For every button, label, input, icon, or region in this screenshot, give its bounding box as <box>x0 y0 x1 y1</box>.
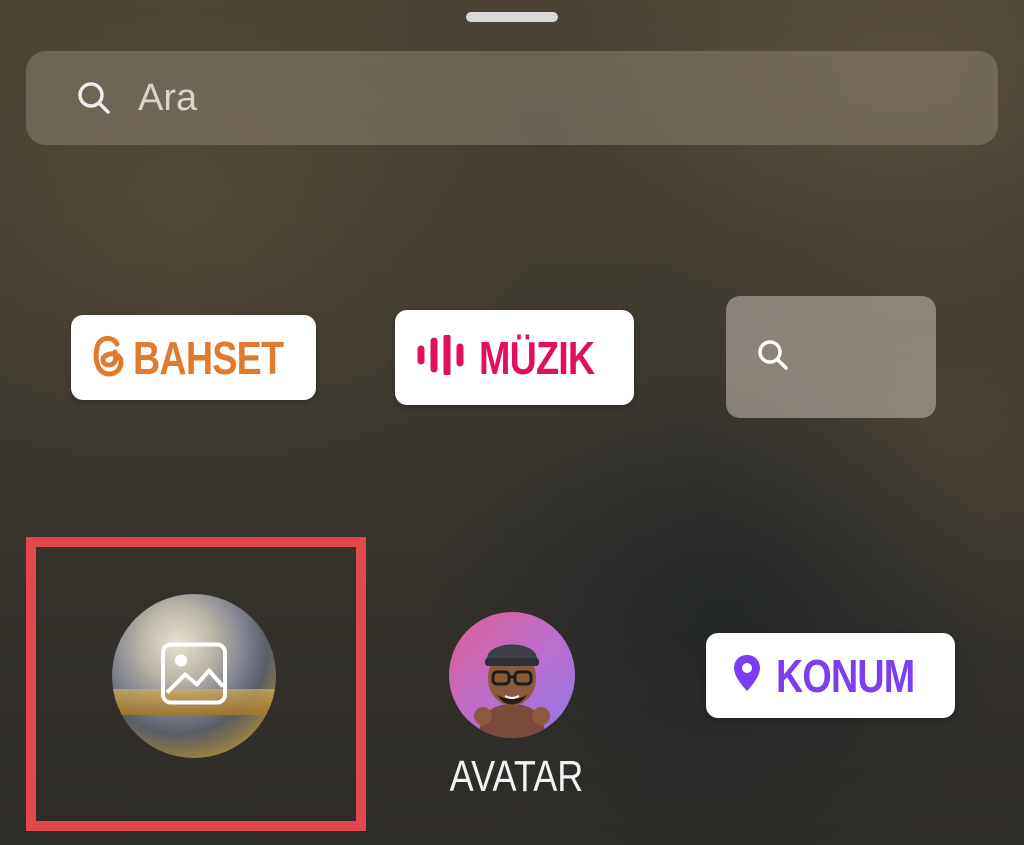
search-icon <box>76 78 116 118</box>
search-bar[interactable] <box>26 51 998 145</box>
location-sticker[interactable]: KONUM <box>706 633 955 718</box>
drag-handle[interactable] <box>466 12 558 22</box>
search-input[interactable] <box>136 75 940 121</box>
avatar-label: AVATAR <box>449 752 584 801</box>
avatar-image <box>474 644 550 738</box>
gallery-icon <box>159 641 229 712</box>
avatar-sticker[interactable] <box>449 612 575 738</box>
threads-icon <box>91 332 125 383</box>
bahset-label: BAHSET <box>133 331 284 384</box>
soundwave-icon <box>417 333 467 380</box>
photo-sticker[interactable] <box>112 594 276 758</box>
search-sticker[interactable] <box>726 296 936 418</box>
bahset-sticker[interactable]: BAHSET <box>71 315 316 400</box>
music-sticker[interactable]: MÜZIK <box>395 310 634 405</box>
location-label: KONUM <box>776 649 915 702</box>
location-pin-icon <box>732 653 762 698</box>
music-label: MÜZIK <box>479 331 595 384</box>
search-icon <box>756 338 790 377</box>
